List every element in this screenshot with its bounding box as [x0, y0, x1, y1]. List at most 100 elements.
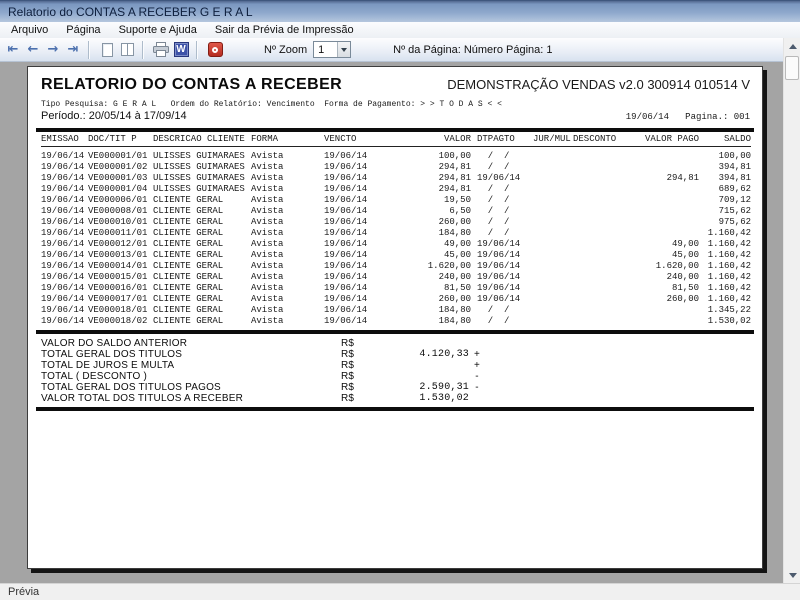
table-cell: Avista [248, 228, 308, 239]
table-row: 19/06/14VE000018/02CLIENTE GERALAvista19… [41, 316, 751, 327]
scroll-down-button[interactable] [784, 567, 800, 583]
table-cell: / / [471, 195, 533, 206]
table-cell: Avista [248, 272, 308, 283]
table-cell: / / [471, 206, 533, 217]
menu-item-arquivo[interactable]: Arquivo [2, 23, 57, 37]
table-cell: VE000006/01 [88, 195, 153, 206]
table-cell: CLIENTE GERAL [153, 250, 248, 261]
table-cell: 19/06/14 [41, 283, 88, 294]
table-cell [573, 228, 623, 239]
table-cell [533, 250, 573, 261]
table-cell: 260,00 [383, 294, 471, 305]
table-cell: VE000017/01 [88, 294, 153, 305]
printer-icon [153, 42, 169, 57]
exit-preview-button[interactable] [206, 40, 224, 60]
menu-item-pagina[interactable]: Página [57, 23, 109, 37]
first-page-icon: ⇤ [8, 43, 19, 56]
table-cell: 19/06/14 [471, 239, 533, 250]
table-cell: CLIENTE GERAL [153, 217, 248, 228]
table-cell: Avista [248, 217, 308, 228]
table-cell: CLIENTE GERAL [153, 316, 248, 327]
column-header: DESCRICAO CLIENTE [153, 134, 248, 146]
table-cell: ULISSES GUIMARAES [153, 162, 248, 173]
table-cell: 1.160,42 [699, 294, 751, 305]
titlebar[interactable]: Relatorio do CONTAS A RECEBER G E R A L [0, 0, 800, 22]
column-header: DOC/TIT P [88, 134, 153, 146]
table-cell: VE000016/01 [88, 283, 153, 294]
table-cell: 19/06/14 [308, 305, 383, 316]
table-cell: 19/06/14 [41, 206, 88, 217]
vertical-scrollbar[interactable] [783, 38, 800, 583]
table-cell [533, 239, 573, 250]
table-cell: 49,00 [383, 239, 471, 250]
table-cell: ULISSES GUIMARAES [153, 173, 248, 184]
table-cell: Avista [248, 239, 308, 250]
table-cell: 19/06/14 [471, 261, 533, 272]
column-header: SALDO [699, 134, 751, 146]
table-cell [623, 305, 699, 316]
table-cell [623, 162, 699, 173]
table-cell: 1.160,42 [699, 228, 751, 239]
last-page-button[interactable]: ⇥ [64, 40, 82, 60]
table-cell: 294,81 [383, 184, 471, 195]
previous-page-button[interactable]: ← [24, 40, 42, 60]
table-cell: 1.530,02 [699, 316, 751, 327]
single-page-view-button[interactable] [98, 40, 116, 60]
table-cell: VE000001/01 [88, 146, 153, 162]
table-cell [573, 283, 623, 294]
app-window: Relatorio do CONTAS A RECEBER G E R A L … [0, 0, 800, 600]
print-button[interactable] [152, 40, 170, 60]
first-page-button[interactable]: ⇤ [4, 40, 22, 60]
table-cell [533, 294, 573, 305]
report-title: RELATORIO DO CONTAS A RECEBER [41, 76, 342, 94]
table-cell: 19/06/14 [41, 173, 88, 184]
table-cell: / / [471, 184, 533, 195]
zoom-value: 1 [314, 44, 337, 56]
table-cell: 19/06/14 [41, 250, 88, 261]
scrollbar-thumb[interactable] [785, 56, 799, 80]
table-cell: CLIENTE GERAL [153, 272, 248, 283]
toolbar-separator [88, 41, 90, 59]
table-cell: 19/06/14 [41, 316, 88, 327]
table-cell: 19/06/14 [308, 239, 383, 250]
table-cell: CLIENTE GERAL [153, 261, 248, 272]
table-cell: / / [471, 146, 533, 162]
table-cell: 19/06/14 [41, 272, 88, 283]
table-cell [573, 146, 623, 162]
report-period: Período.: 20/05/14 à 17/09/14 [41, 110, 187, 122]
menu-item-suporte[interactable]: Suporte e Ajuda [110, 23, 206, 37]
next-page-button[interactable]: → [44, 40, 62, 60]
table-cell: Avista [248, 195, 308, 206]
table-cell: Avista [248, 173, 308, 184]
report-table-header-row: EMISSAODOC/TIT PDESCRICAO CLIENTEFORMAVE… [41, 134, 751, 146]
table-cell: Avista [248, 146, 308, 162]
table-cell: 975,62 [699, 217, 751, 228]
single-page-icon [102, 43, 113, 57]
chevron-down-icon[interactable] [337, 42, 350, 57]
menu-item-sair-previa[interactable]: Sair da Prévia de Impressão [206, 23, 363, 37]
table-cell: 184,80 [383, 316, 471, 327]
table-cell [533, 305, 573, 316]
two-page-view-button[interactable] [118, 40, 136, 60]
table-cell [533, 283, 573, 294]
table-cell: VE000013/01 [88, 250, 153, 261]
table-cell: VE000018/01 [88, 305, 153, 316]
table-cell: Avista [248, 316, 308, 327]
rule-divider [36, 407, 754, 411]
table-cell: VE000001/03 [88, 173, 153, 184]
table-cell: 19/06/14 [41, 261, 88, 272]
table-cell: VE000014/01 [88, 261, 153, 272]
table-row: 19/06/14VE000011/01CLIENTE GERALAvista19… [41, 228, 751, 239]
zoom-select[interactable]: 1 [313, 41, 351, 58]
table-row: 19/06/14VE000017/01CLIENTE GERALAvista19… [41, 294, 751, 305]
table-cell [573, 184, 623, 195]
table-row: 19/06/14VE000015/01CLIENTE GERALAvista19… [41, 272, 751, 283]
table-row: 19/06/14VE000001/04ULISSES GUIMARAESAvis… [41, 184, 751, 195]
table-cell: CLIENTE GERAL [153, 228, 248, 239]
table-cell: CLIENTE GERAL [153, 195, 248, 206]
export-word-button[interactable]: W [172, 40, 190, 60]
next-page-icon: → [48, 43, 59, 56]
scroll-up-button[interactable] [784, 38, 800, 54]
table-row: 19/06/14VE000001/03ULISSES GUIMARAESAvis… [41, 173, 751, 184]
table-cell: Avista [248, 184, 308, 195]
